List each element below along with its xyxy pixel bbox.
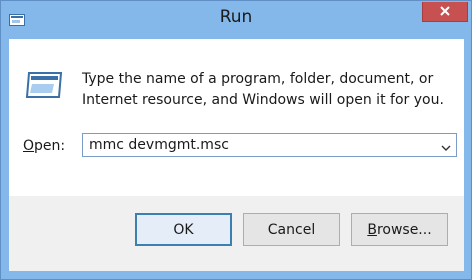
cancel-button[interactable]: Cancel [243, 213, 340, 246]
browse-button[interactable]: Browse... [351, 213, 448, 246]
run-icon [25, 69, 65, 101]
dialog-body: Type the name of a program, folder, docu… [9, 39, 464, 196]
open-label: Open: [23, 138, 65, 154]
close-icon [439, 2, 451, 21]
open-label-rest: pen: [34, 138, 66, 154]
ok-button[interactable]: OK [135, 213, 232, 246]
browse-mnemonic: B [367, 221, 377, 238]
title-bar[interactable]: Run [1, 1, 471, 37]
message-line-2: Internet resource, and Windows will open… [82, 92, 444, 108]
close-button[interactable] [422, 2, 468, 22]
dropdown-button[interactable] [436, 134, 456, 156]
button-bar: OK Cancel Browse... [9, 196, 464, 271]
open-input[interactable]: mmc devmgmt.msc [89, 137, 229, 153]
chevron-down-icon [441, 136, 451, 155]
run-dialog: Run Type the name of a program, folder, … [0, 0, 472, 280]
message-line-1: Type the name of a program, folder, docu… [82, 71, 434, 87]
dialog-message: Type the name of a program, folder, docu… [82, 69, 452, 111]
browse-label-rest: rowse... [376, 221, 432, 238]
open-combobox[interactable]: mmc devmgmt.msc [82, 133, 457, 157]
open-label-mnemonic: O [23, 138, 35, 154]
window-title: Run [219, 7, 253, 27]
